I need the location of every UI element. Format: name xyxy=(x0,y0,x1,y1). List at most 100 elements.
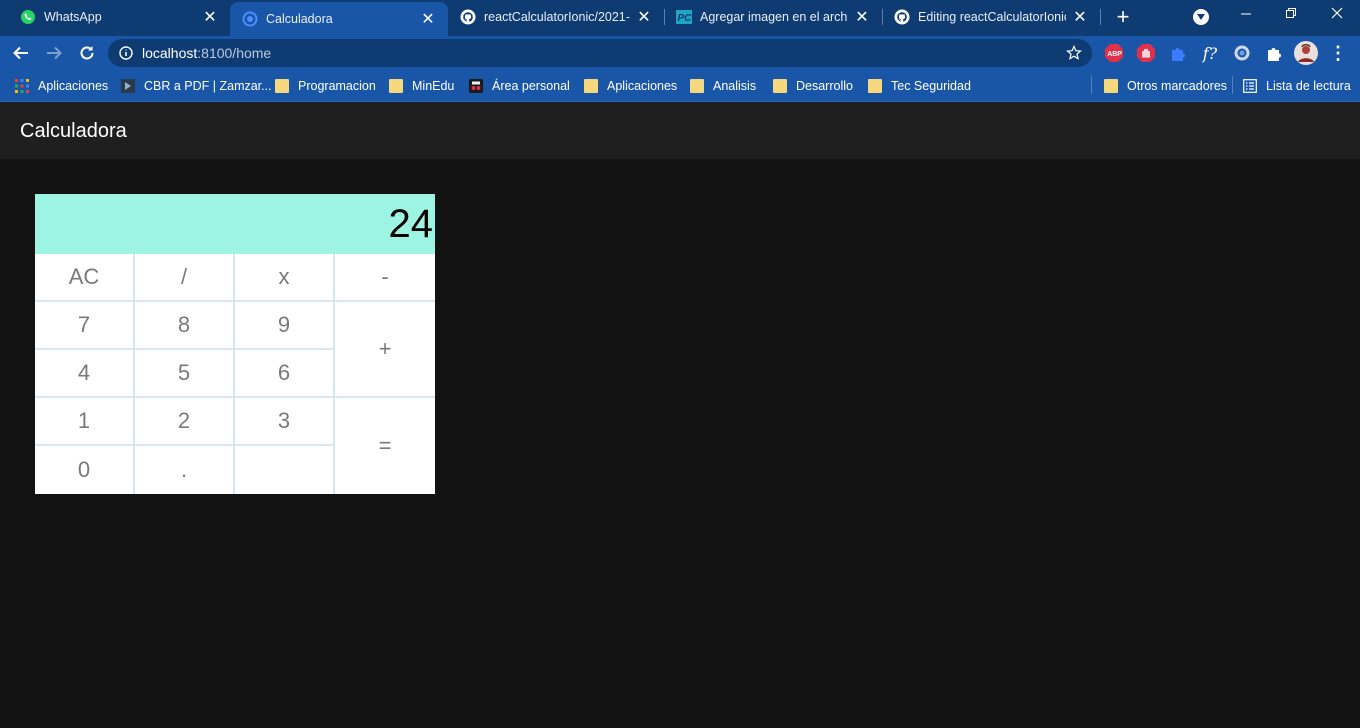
bookmark-area-personal[interactable]: Área personal xyxy=(469,77,570,95)
bookmark-aplicaciones[interactable]: Aplicaciones xyxy=(15,77,108,95)
folder-icon xyxy=(1104,79,1118,93)
folder-icon xyxy=(773,79,787,93)
display-value: 24 xyxy=(388,202,434,246)
zamzar-icon xyxy=(121,79,135,93)
close-tab-icon[interactable]: ✕ xyxy=(420,9,436,29)
key-6[interactable]: 6 xyxy=(235,350,335,398)
moodle-icon xyxy=(469,79,483,93)
arrow-left-icon xyxy=(13,46,28,60)
pycharm-icon: PC xyxy=(676,9,692,25)
restore-button[interactable] xyxy=(1284,6,1298,20)
tab-title: reactCalculatorIonic/2021-08 xyxy=(484,10,630,24)
key-equals[interactable]: = xyxy=(335,398,435,494)
bookmarks-divider xyxy=(1091,76,1092,94)
browser-menu-icon[interactable]: ⋮ xyxy=(1327,42,1349,64)
tab-github-calculator[interactable]: reactCalculatorIonic/2021-08 ✕ xyxy=(448,0,664,34)
close-window-button[interactable] xyxy=(1330,6,1344,20)
puzzle-blue-icon[interactable] xyxy=(1167,42,1189,64)
close-tab-icon[interactable]: ✕ xyxy=(854,7,870,27)
folder-icon xyxy=(690,79,704,93)
minimize-button[interactable] xyxy=(1239,4,1253,24)
bookmark-label: CBR a PDF | Zamzar... xyxy=(144,79,272,93)
page-title: Calculadora xyxy=(20,120,127,142)
bookmark-label: Tec Seguridad xyxy=(891,79,971,93)
tab-agregar-imagen[interactable]: PC Agregar imagen en el archivo ✕ xyxy=(664,0,882,34)
key-minus[interactable]: - xyxy=(335,254,435,302)
folder-icon xyxy=(389,79,403,93)
key-4[interactable]: 4 xyxy=(35,350,135,398)
key-divide[interactable]: / xyxy=(135,254,235,302)
ring-icon[interactable] xyxy=(1231,42,1253,64)
github-icon xyxy=(894,9,910,25)
tab-title: Editing reactCalculatorIonic/R xyxy=(918,10,1066,24)
formula-icon[interactable]: f? xyxy=(1199,42,1221,64)
key-2[interactable]: 2 xyxy=(135,398,235,446)
ionic-icon xyxy=(242,11,258,27)
bookmark-label: MinEdu xyxy=(412,79,455,93)
github-icon xyxy=(460,9,476,25)
key-7[interactable]: 7 xyxy=(35,302,135,350)
svg-text:ABP: ABP xyxy=(1107,51,1122,58)
bookmark-star-icon[interactable] xyxy=(1066,45,1082,61)
folder-icon xyxy=(275,79,289,93)
key-multiply[interactable]: x xyxy=(235,254,335,302)
key-empty[interactable] xyxy=(235,446,335,494)
bookmark-zamzar[interactable]: CBR a PDF | Zamzar... xyxy=(121,77,272,95)
bookmark-aplicaciones-folder[interactable]: Aplicaciones xyxy=(584,77,677,95)
calculator-display: 24 xyxy=(35,194,435,254)
address-bar[interactable]: localhost:8100/home xyxy=(108,39,1092,67)
minimize-icon xyxy=(1241,13,1251,15)
tab-strip: WhatsApp ✕ Calculadora ✕ reactCalculator… xyxy=(0,0,1360,36)
bookmark-label: Aplicaciones xyxy=(38,79,109,93)
adblock-icon[interactable]: ABP xyxy=(1103,42,1125,64)
bookmark-label: Lista de lectura xyxy=(1266,79,1351,93)
whatsapp-icon xyxy=(20,9,36,25)
reading-list-button[interactable]: Lista de lectura xyxy=(1243,77,1351,95)
bookmark-desarrollo[interactable]: Desarrollo xyxy=(773,77,853,95)
folder-icon xyxy=(868,79,882,93)
reload-icon xyxy=(80,46,94,60)
stop-icon[interactable] xyxy=(1135,42,1157,64)
extensions-icon[interactable] xyxy=(1263,42,1285,64)
key-3[interactable]: 3 xyxy=(235,398,335,446)
key-5[interactable]: 5 xyxy=(135,350,235,398)
close-tab-icon[interactable]: ✕ xyxy=(1072,7,1088,27)
tab-title: Agregar imagen en el archivo xyxy=(700,10,848,24)
bookmark-tec-seguridad[interactable]: Tec Seguridad xyxy=(868,77,971,95)
bookmark-otros-marcadores[interactable]: Otros marcadores xyxy=(1104,77,1227,95)
key-1[interactable]: 1 xyxy=(35,398,135,446)
tab-title: Calculadora xyxy=(266,12,333,26)
bookmark-label: Desarrollo xyxy=(796,79,853,93)
key-clear[interactable]: AC xyxy=(35,254,135,302)
bookmark-label: Analisis xyxy=(713,79,757,93)
bookmark-label: Área personal xyxy=(492,79,570,93)
tab-title: WhatsApp xyxy=(44,10,102,24)
url-host: localhost xyxy=(142,45,198,61)
tab-whatsapp[interactable]: WhatsApp ✕ xyxy=(8,0,230,34)
url-path: :8100/home xyxy=(197,45,272,61)
restore-icon xyxy=(1286,8,1296,18)
profile-avatar[interactable] xyxy=(1294,41,1318,65)
reload-button[interactable] xyxy=(75,41,99,65)
key-0[interactable]: 0 xyxy=(35,446,135,494)
bookmarks-divider xyxy=(1232,76,1233,94)
forward-button[interactable] xyxy=(42,41,66,65)
tab-editing-github[interactable]: Editing reactCalculatorIonic/R ✕ xyxy=(882,0,1100,34)
back-button[interactable] xyxy=(9,41,33,65)
app-header: Calculadora xyxy=(0,102,1360,159)
close-tab-icon[interactable]: ✕ xyxy=(636,7,652,27)
tab-calculadora[interactable]: Calculadora ✕ xyxy=(230,2,448,36)
bookmark-programacion[interactable]: Programacion xyxy=(275,77,376,95)
key-plus[interactable]: + xyxy=(335,302,435,398)
key-decimal[interactable]: . xyxy=(135,446,235,494)
bookmark-minedu[interactable]: MinEdu xyxy=(389,77,454,95)
tab-search-button[interactable] xyxy=(1193,9,1209,25)
key-9[interactable]: 9 xyxy=(235,302,335,350)
bookmark-analisis[interactable]: Analisis xyxy=(690,77,756,95)
info-icon[interactable] xyxy=(119,46,133,60)
svg-text:PC: PC xyxy=(678,13,693,24)
new-tab-button[interactable]: + xyxy=(1112,6,1134,28)
key-8[interactable]: 8 xyxy=(135,302,235,350)
close-tab-icon[interactable]: ✕ xyxy=(202,7,218,27)
url-text[interactable]: localhost:8100/home xyxy=(142,45,271,61)
